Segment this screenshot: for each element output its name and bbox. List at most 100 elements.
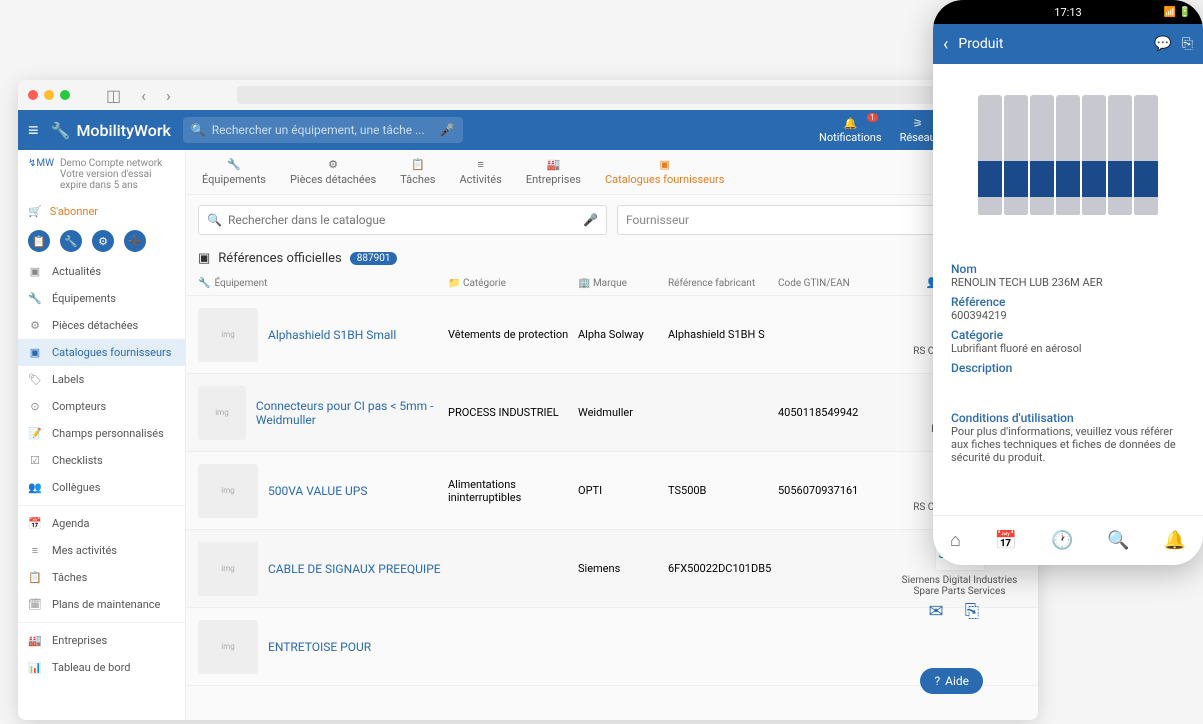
address-bar[interactable] <box>237 86 968 104</box>
companies-tab-icon: 🏭 <box>547 158 561 171</box>
product-name[interactable]: CABLE DE SIGNAUX PREEQUIPE <box>268 562 441 576</box>
tab-equipment[interactable]: 🔧Équipements <box>202 158 266 186</box>
product-name[interactable]: Connecteurs pour CI pas < 5mm - Weidmull… <box>256 399 448 427</box>
table-row[interactable]: img ENTRETOISE POUR <box>186 608 1038 686</box>
row-category: PROCESS INDUSTRIEL <box>448 406 578 419</box>
search-input[interactable] <box>212 123 434 137</box>
mobile-bottom-nav: ⌂ 📅 🕐 🔍 🔔 <box>933 515 1203 565</box>
sidebar-item-equipment[interactable]: 🔧Équipements <box>18 285 185 312</box>
parts-icon: ⚙ <box>28 319 42 332</box>
nav-forward-icon[interactable]: › <box>166 86 171 105</box>
mic-icon[interactable]: 🎤 <box>583 213 598 227</box>
tab-companies[interactable]: 🏭Entreprises <box>526 158 581 186</box>
sidebar-item-catalogs[interactable]: ▣Catalogues fournisseurs <box>18 339 185 366</box>
mobile-title: Produit <box>958 36 1144 52</box>
maximize-window-icon[interactable] <box>60 90 70 100</box>
help-button[interactable]: ? Aide <box>920 668 983 694</box>
copy-icon[interactable]: ⎘ <box>1182 36 1193 52</box>
row-ref: 6FX50022DC101DB5 <box>668 562 778 575</box>
desc-label: Description <box>951 361 1185 375</box>
topbar: ≡ 🔧 MobilityWork 🔍 🎤 🔔 1 Notifications ⚞… <box>18 110 1038 150</box>
name-value: RENOLIN TECH LUB 236M AER <box>951 276 1185 289</box>
mic-icon[interactable]: 🎤 <box>440 123 455 137</box>
sidebar-item-counters[interactable]: ⊙Compteurs <box>18 393 185 420</box>
network-menu[interactable]: ⚞ Réseau <box>900 117 936 144</box>
row-brand: Alpha Solway <box>578 328 668 341</box>
product-name[interactable]: ENTRETOISE POUR <box>268 640 371 654</box>
tab-parts[interactable]: ⚙Pièces détachées <box>290 158 376 186</box>
sidebar-item-colleagues[interactable]: 👥Collègues <box>18 474 185 501</box>
app-logo[interactable]: 🔧 MobilityWork <box>51 121 171 140</box>
nav-back-icon[interactable]: ‹ <box>141 86 146 105</box>
quick-bubble-3[interactable]: ⚙ <box>92 230 114 252</box>
row-ref: TS500B <box>668 484 778 497</box>
product-thumb: img <box>198 386 246 440</box>
parts-tab-icon: ⚙ <box>328 158 338 171</box>
search-icon[interactable]: 🔍 <box>1107 530 1129 551</box>
bell-icon[interactable]: 🔔 <box>1164 530 1186 551</box>
calendar-icon[interactable]: 📅 <box>995 530 1017 551</box>
tab-catalogs[interactable]: ▣Catalogues fournisseurs <box>605 158 724 186</box>
plans-icon: 🗓 <box>28 598 42 611</box>
fields-icon: 📝 <box>28 427 42 440</box>
subscribe-link[interactable]: 🛒 S'abonner <box>18 199 185 224</box>
table-header: 🔧Équipement 📁 Catégorie 🏢 Marque Référen… <box>186 272 1038 296</box>
sidebar-item-plans[interactable]: 🗓Plans de maintenance <box>18 591 185 618</box>
mobile-time: 17:13 <box>1054 6 1081 19</box>
sidebar-toggle-icon[interactable]: ◫ <box>106 86 121 105</box>
mail-icon[interactable]: ✉ <box>923 598 949 624</box>
product-name[interactable]: 500VA VALUE UPS <box>268 484 367 498</box>
row-gtin: 4050118549942 <box>778 406 893 419</box>
notifications-menu[interactable]: 🔔 1 Notifications <box>819 117 882 144</box>
product-thumb: img <box>198 542 258 596</box>
row-ref: Alphashield S1BH S <box>668 328 778 341</box>
sidebar-item-fields[interactable]: 📝Champs personnalisés <box>18 420 185 447</box>
sidebar-item-activities[interactable]: ≡Mes activités <box>18 537 185 564</box>
clock-icon[interactable]: 🕐 <box>1051 530 1073 551</box>
row-category: Vêtements de protection <box>448 328 578 341</box>
sidebar-item-checklists[interactable]: ☑Checklists <box>18 447 185 474</box>
copy-icon[interactable]: ⎘ <box>959 598 985 624</box>
minimize-window-icon[interactable] <box>44 90 54 100</box>
main-search[interactable]: 🔍 🎤 <box>183 117 463 143</box>
sidebar-item-agenda[interactable]: 📅Agenda <box>18 510 185 537</box>
dashboard-icon: 📊 <box>28 661 42 674</box>
sidebar-item-companies[interactable]: 🏭Entreprises <box>18 627 185 654</box>
quick-bubble-4[interactable]: ➕ <box>124 230 146 252</box>
mobile-body[interactable]: Nom RENOLIN TECH LUB 236M AER Référence … <box>933 64 1203 515</box>
tab-activities[interactable]: ≡Activités <box>460 158 502 186</box>
catalogs-tab-icon: ▣ <box>660 158 670 171</box>
sidebar-item-dashboard[interactable]: 📊Tableau de bord <box>18 654 185 681</box>
table-row[interactable]: imgAlphashield S1BH Small Vêtements de p… <box>186 296 1038 374</box>
bell-icon: 🔔 <box>843 117 857 130</box>
main-content: 🔧Équipements ⚙Pièces détachées 📋Tâches ≡… <box>186 150 1038 720</box>
table-row[interactable]: img500VA VALUE UPS Alimentations ininter… <box>186 452 1038 530</box>
catalog-icon: ▣ <box>28 346 42 359</box>
sidebar-item-parts[interactable]: ⚙Pièces détachées <box>18 312 185 339</box>
sidebar-item-tasks[interactable]: 📋Tâches <box>18 564 185 591</box>
quick-bubble-1[interactable]: 📋 <box>28 230 50 252</box>
quick-bubble-2[interactable]: 🔧 <box>60 230 82 252</box>
sidebar-item-labels[interactable]: 🏷Labels <box>18 366 185 393</box>
tab-tasks[interactable]: 📋Tâches <box>400 158 435 186</box>
quick-action-bubbles: 📋 🔧 ⚙ ➕ <box>18 224 185 258</box>
back-icon[interactable]: ‹ <box>943 34 948 55</box>
mobile-device: 17:13 📶 🔋 ‹ Produit 💬 ⎘ Nom RENOLIN TECH… <box>933 0 1203 565</box>
chat-icon[interactable]: 💬 <box>1154 36 1171 52</box>
news-icon: ▣ <box>28 265 42 278</box>
product-name[interactable]: Alphashield S1BH Small <box>268 328 396 342</box>
company-icon: 🏭 <box>28 634 42 647</box>
app-name: MobilityWork <box>76 121 170 140</box>
menu-icon[interactable]: ≡ <box>28 120 39 141</box>
table-row[interactable]: imgCABLE DE SIGNAUX PREEQUIPE Siemens 6F… <box>186 530 1038 608</box>
product-thumb: img <box>198 620 258 674</box>
sidebar-item-news[interactable]: ▣Actualités <box>18 258 185 285</box>
cond-label: Conditions d'utilisation <box>951 411 1185 425</box>
home-icon[interactable]: ⌂ <box>950 530 961 551</box>
table-row[interactable]: img Connecteurs pour CI pas < 5mm - Weidm… <box>186 374 1038 452</box>
close-window-icon[interactable] <box>28 90 38 100</box>
catalog-search-box[interactable]: 🔍 🎤 <box>198 205 607 235</box>
cat-label: Catégorie <box>951 328 1185 342</box>
catalog-search-input[interactable] <box>228 213 577 227</box>
count-badge: 887901 <box>350 252 398 265</box>
